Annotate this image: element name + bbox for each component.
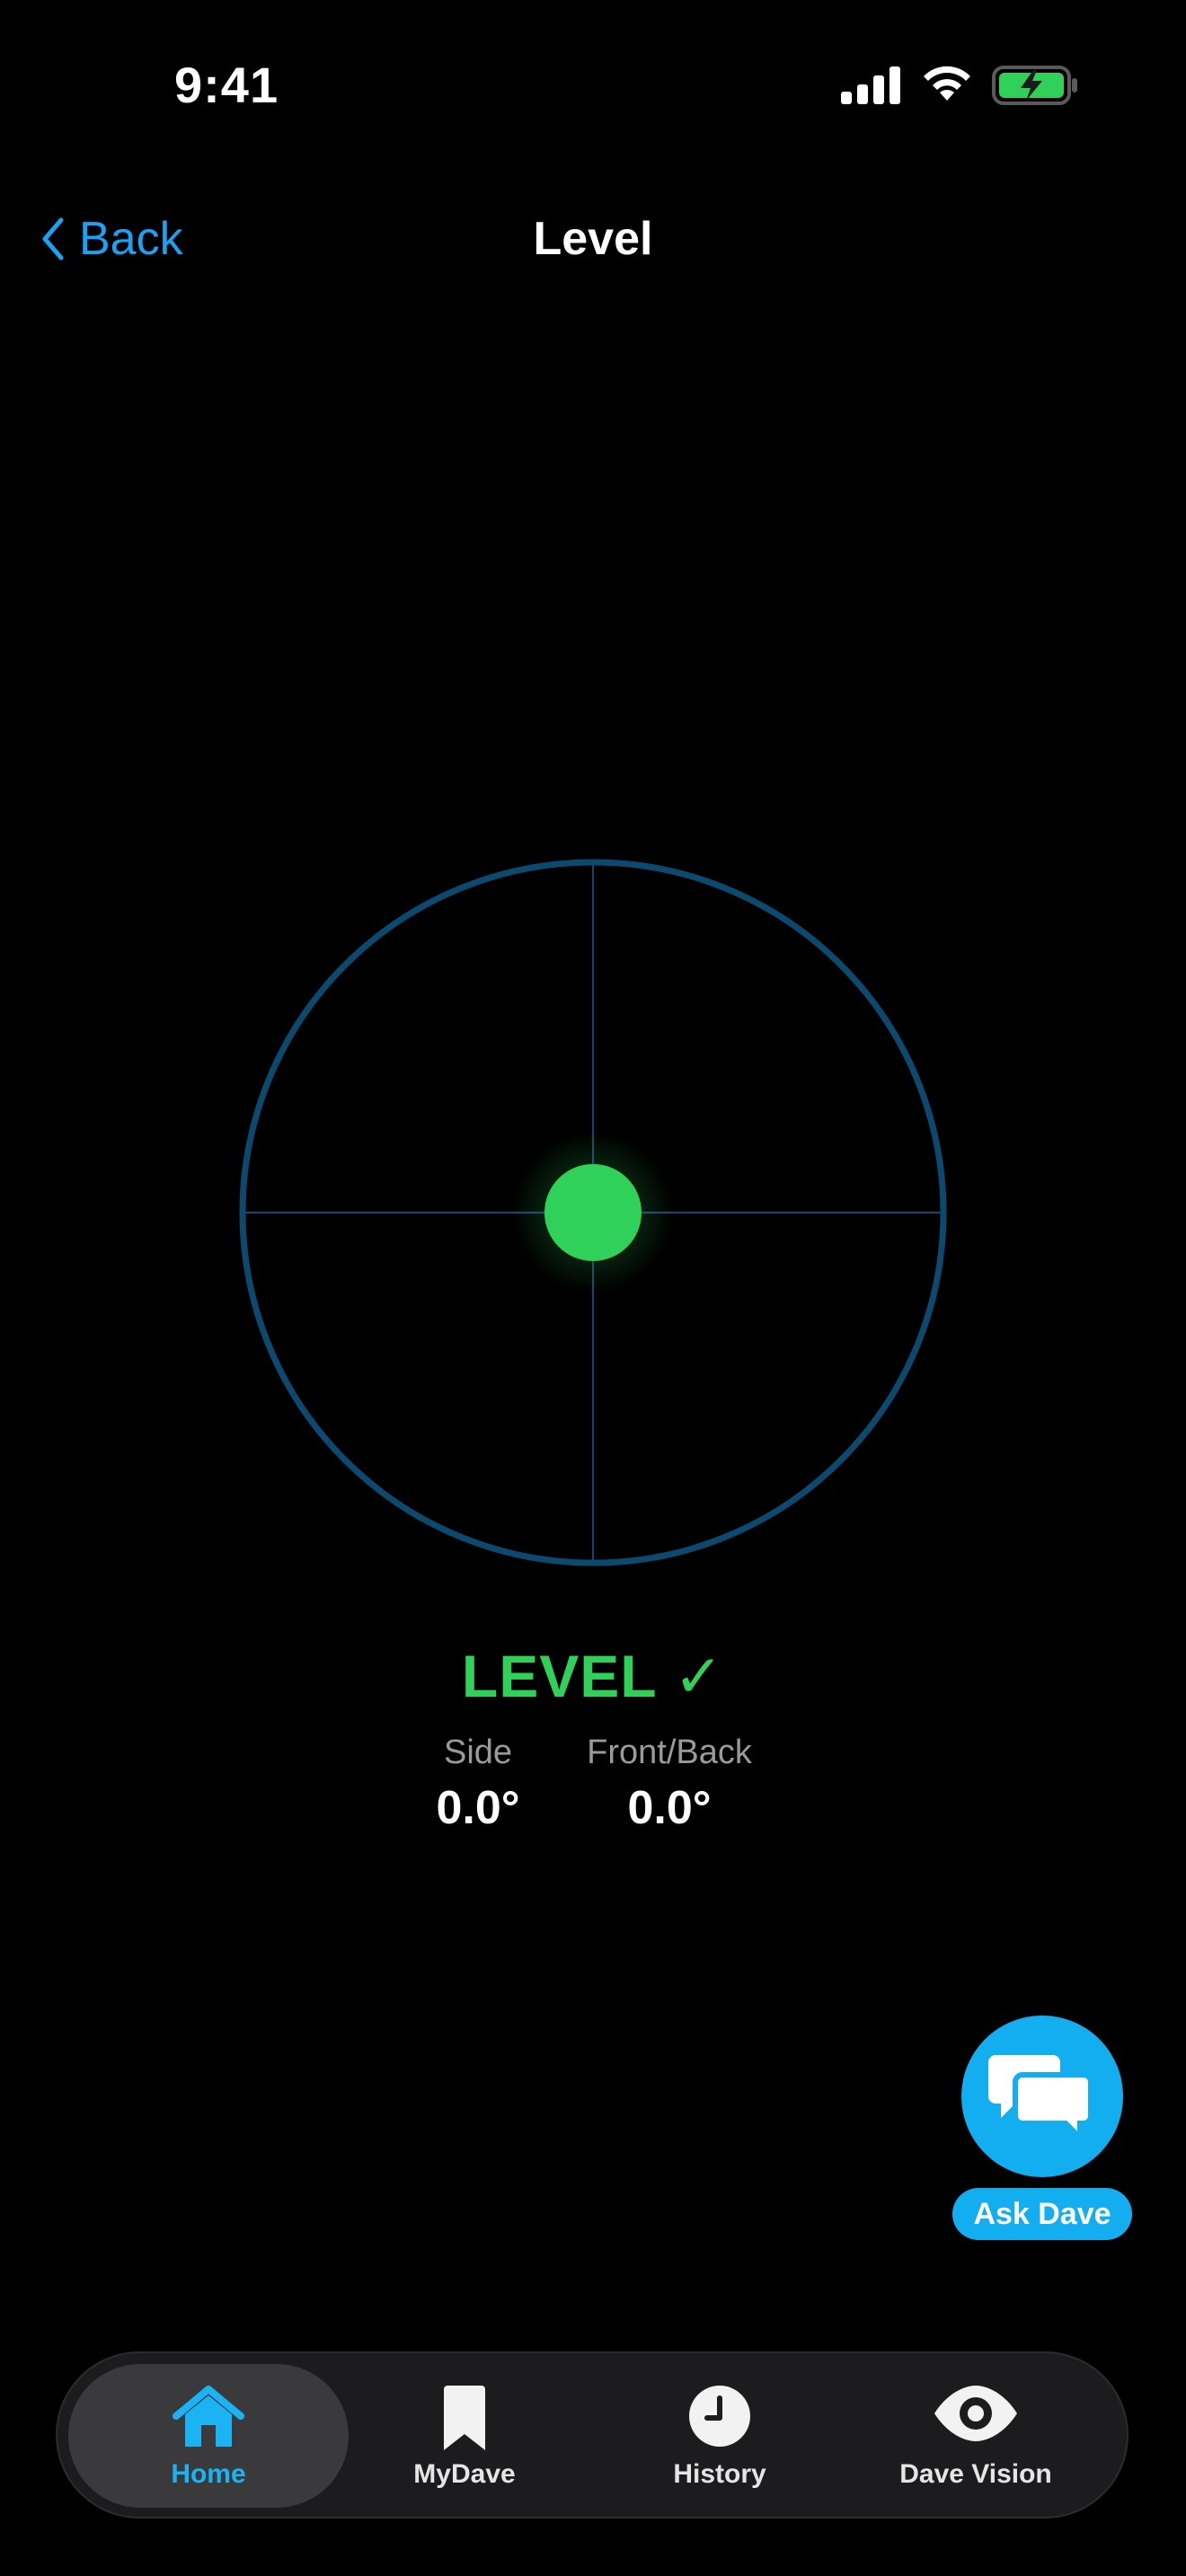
- side-reading: Side 0.0°: [370, 1734, 586, 1835]
- battery-charging-icon: [992, 66, 1077, 105]
- chat-bubbles-icon: [988, 2055, 1093, 2141]
- eye-icon: [934, 2386, 1017, 2441]
- side-reading-label: Side: [443, 1734, 513, 1771]
- level-bubble-gauge: [239, 859, 947, 1566]
- tab-home[interactable]: Home: [78, 2353, 339, 2520]
- wifi-icon: [924, 66, 970, 101]
- front-back-reading: Front/Back 0.0°: [562, 1734, 777, 1835]
- level-status: LEVEL ✓: [461, 1643, 725, 1709]
- front-back-reading-value: 0.0°: [627, 1782, 712, 1834]
- status-time: 9:41: [174, 57, 279, 113]
- tab-mydave[interactable]: MyDave: [334, 2353, 595, 2520]
- bookmark-icon: [444, 2386, 485, 2450]
- tab-history-label: History: [673, 2459, 766, 2489]
- tab-history[interactable]: History: [589, 2353, 850, 2520]
- level-bubble: [544, 1164, 642, 1261]
- page-title: Level: [533, 213, 653, 265]
- status-icons: [841, 65, 1078, 110]
- ask-dave-fab[interactable]: [961, 2016, 1123, 2177]
- front-back-reading-label: Front/Back: [587, 1734, 752, 1771]
- tab-bar: Home MyDave History Dave Vision: [56, 2351, 1128, 2519]
- side-reading-value: 0.0°: [436, 1782, 520, 1834]
- tab-home-label: Home: [171, 2459, 246, 2489]
- ask-dave-label[interactable]: Ask Dave: [952, 2188, 1132, 2240]
- clock-icon: [689, 2386, 750, 2447]
- cellular-signal-icon: [841, 66, 900, 104]
- tab-dave-vision-label: Dave Vision: [899, 2459, 1052, 2489]
- tab-mydave-label: MyDave: [413, 2459, 516, 2489]
- home-icon: [173, 2386, 244, 2447]
- ask-dave-button[interactable]: Ask Dave: [952, 2016, 1132, 2240]
- tab-dave-vision[interactable]: Dave Vision: [845, 2353, 1106, 2520]
